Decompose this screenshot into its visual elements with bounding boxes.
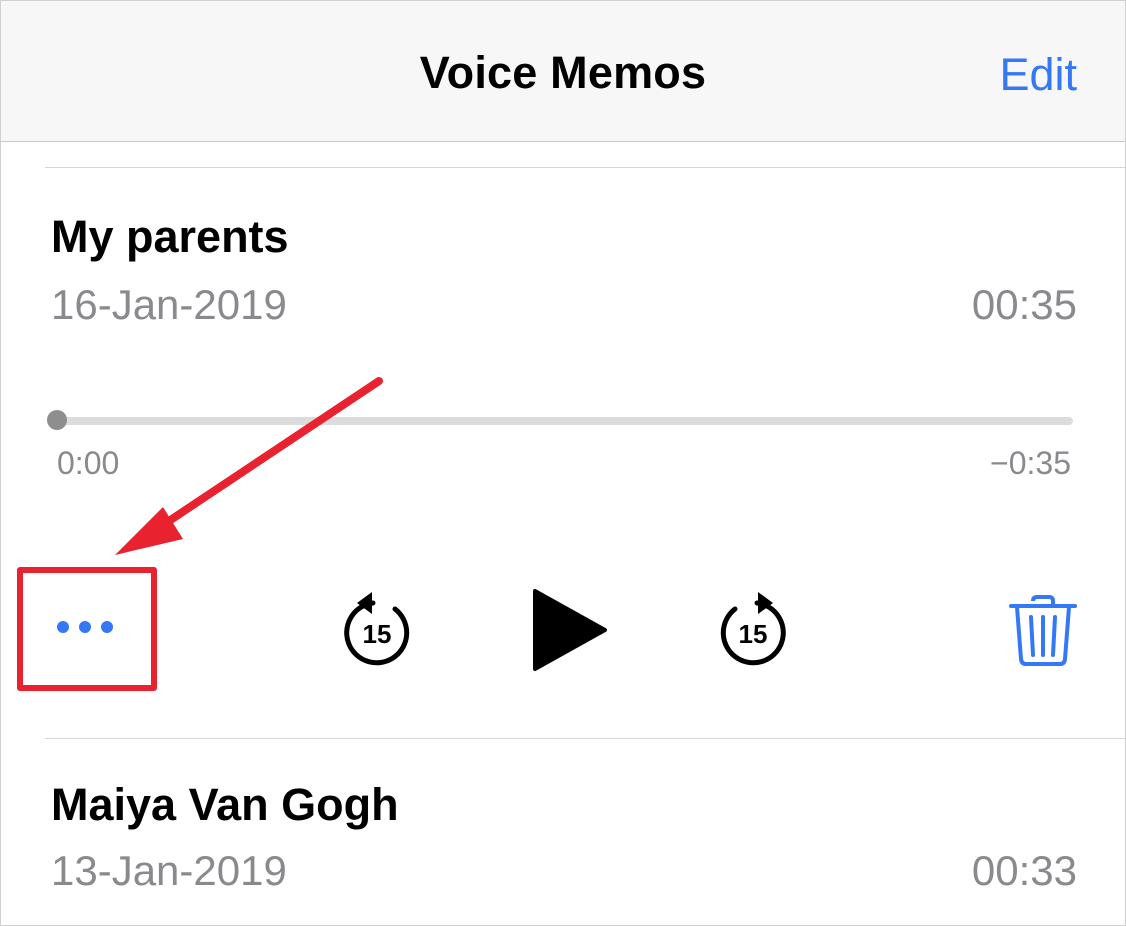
memo-title: Maiya Van Gogh: [51, 779, 399, 830]
forward-15-icon: 15: [720, 592, 786, 666]
scrubber-handle[interactable]: [47, 410, 67, 430]
remaining-time: −0:35: [990, 445, 1071, 481]
memo-date: 16-Jan-2019: [51, 281, 287, 328]
memo-date: 13-Jan-2019: [51, 847, 287, 894]
skip-back-button[interactable]: 15: [335, 589, 419, 673]
elapsed-time: 0:00: [57, 445, 120, 481]
skip-forward-button[interactable]: 15: [711, 589, 795, 673]
app-window: Voice Memos Edit My parents 16-Jan-2019 …: [0, 0, 1126, 926]
delete-button[interactable]: [1007, 593, 1079, 669]
trash-icon: [1009, 595, 1077, 666]
rewind-15-icon: 15: [344, 592, 410, 666]
memo-duration: 00:33: [971, 847, 1077, 894]
edit-button[interactable]: Edit: [999, 49, 1077, 101]
annotation-highlight-box: [17, 567, 157, 691]
skip-back-label: 15: [363, 619, 392, 649]
playback-scrubber[interactable]: [57, 417, 1073, 425]
skip-forward-label: 15: [739, 619, 768, 649]
navigation-bar: Voice Memos Edit: [1, 1, 1125, 142]
memo-duration: 00:35: [971, 281, 1077, 328]
memo-title: My parents: [51, 211, 289, 262]
play-button[interactable]: [529, 587, 609, 673]
divider: [45, 738, 1125, 739]
play-icon: [533, 589, 607, 671]
divider: [45, 167, 1125, 168]
page-title: Voice Memos: [419, 47, 707, 98]
